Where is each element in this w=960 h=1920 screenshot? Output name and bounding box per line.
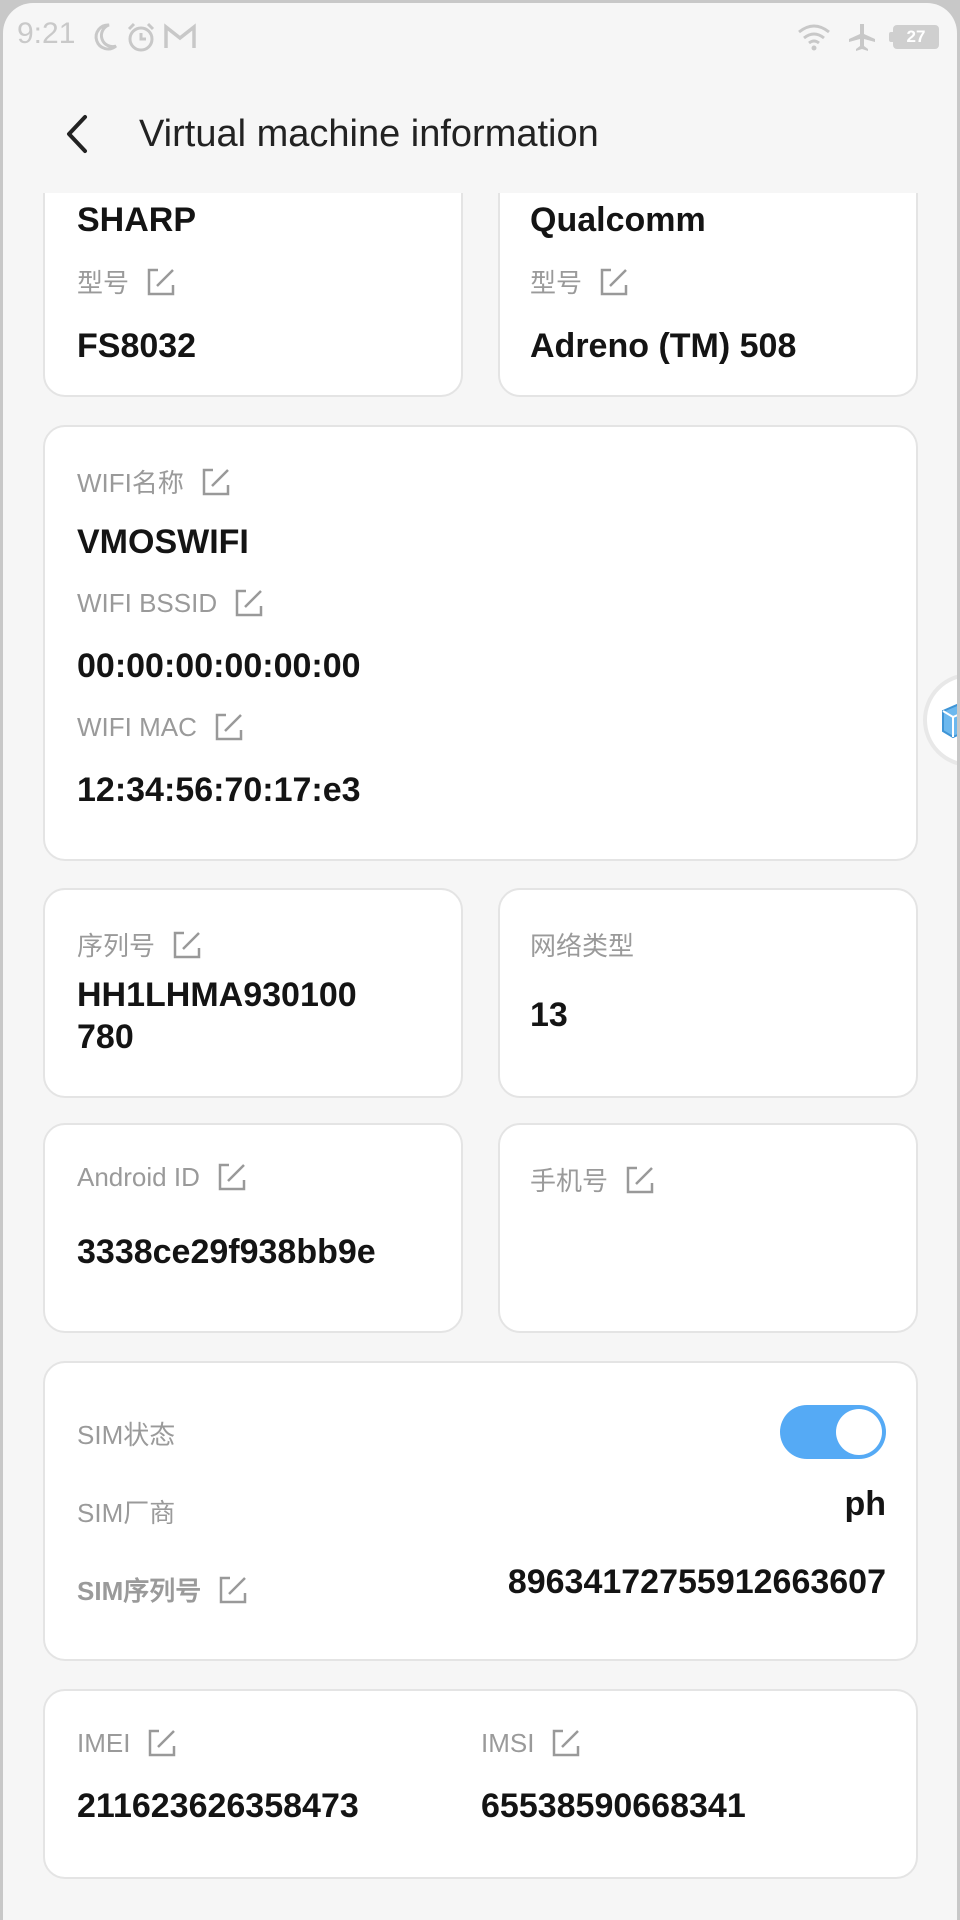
- edit-icon[interactable]: [171, 929, 203, 961]
- mail-icon: [164, 23, 196, 48]
- device-model-value: FS8032: [77, 327, 197, 365]
- sim-vendor-value: ph: [844, 1485, 886, 1523]
- android-id-label: Android ID: [77, 1161, 200, 1192]
- imei-label: IMEI: [77, 1727, 131, 1758]
- sim-serial-label: SIM序列号: [77, 1576, 202, 1606]
- edit-icon[interactable]: [146, 1727, 178, 1759]
- back-arrow-icon: [67, 115, 87, 153]
- wifi-name-label: WIFI名称: [77, 468, 184, 498]
- imsi-label-row: IMSI: [481, 1727, 582, 1759]
- info-scroll-area[interactable]: SHARP 型号 FS8032 Qualcomm 型号 Adreno (TM) …: [3, 193, 957, 1920]
- phone-screen: 9:21 27 Virtual machine information SHAR…: [3, 3, 957, 1920]
- sim-vendor-label: SIM厂商: [77, 1498, 176, 1528]
- wifi-name-label-row: WIFI名称: [77, 463, 232, 500]
- network-value: 13: [530, 996, 568, 1034]
- status-bar: 9:21 27: [3, 3, 957, 73]
- battery-level: 27: [906, 27, 926, 46]
- wifi-bssid-label: WIFI BSSID: [77, 587, 218, 618]
- phone-number-card: 手机号: [498, 1123, 918, 1333]
- sim-serial-label-row: SIM序列号: [77, 1571, 249, 1608]
- app-header: Virtual machine information: [3, 73, 957, 193]
- device-brand-value: SHARP: [77, 201, 197, 239]
- phone-number-label: 手机号: [530, 1166, 609, 1196]
- imei-value: 211623626358473: [77, 1787, 359, 1825]
- edit-icon[interactable]: [216, 1161, 248, 1193]
- edit-icon[interactable]: [145, 266, 177, 298]
- status-time: 9:21: [17, 17, 76, 50]
- wifi-card: WIFI名称 VMOSWIFI WIFI BSSID 00:00:00:00:0…: [43, 425, 918, 861]
- gpu-model-label: 型号: [530, 268, 583, 298]
- imsi-value: 65538590668341: [481, 1787, 746, 1825]
- wifi-mac-value: 12:34:56:70:17:e3: [77, 771, 361, 809]
- edit-icon[interactable]: [217, 1574, 249, 1606]
- edit-icon[interactable]: [200, 466, 232, 498]
- android-id-value: 3338ce29f938bb9e: [77, 1233, 376, 1271]
- edit-icon[interactable]: [624, 1164, 656, 1196]
- gpu-model-value: Adreno (TM) 508: [530, 327, 797, 365]
- device-model-label-row: 型号: [77, 263, 177, 300]
- android-id-card: Android ID 3338ce29f938bb9e: [43, 1123, 463, 1333]
- sim-status-toggle[interactable]: [780, 1405, 886, 1459]
- edit-icon[interactable]: [598, 266, 630, 298]
- sim-status-label: SIM状态: [77, 1420, 176, 1450]
- wifi-icon: [798, 24, 830, 51]
- gpu-model-label-row: 型号: [530, 263, 630, 300]
- wifi-bssid-label-row: WIFI BSSID: [77, 587, 265, 619]
- battery-indicator: 27: [889, 25, 939, 49]
- edit-icon[interactable]: [550, 1727, 582, 1759]
- android-id-label-row: Android ID: [77, 1161, 248, 1193]
- alarm-icon: [127, 22, 155, 52]
- device-model-label: 型号: [77, 268, 130, 298]
- serial-label: 序列号: [77, 931, 156, 961]
- wifi-mac-label: WIFI MAC: [77, 711, 197, 742]
- serial-value-line1: HH1LHMA930100: [77, 976, 357, 1014]
- imsi-label: IMSI: [481, 1727, 535, 1758]
- airplane-icon: [849, 24, 875, 51]
- page-title: Virtual machine information: [139, 113, 599, 155]
- moon-icon: [94, 23, 117, 51]
- serial-label-row: 序列号: [77, 926, 203, 963]
- wifi-name-value: VMOSWIFI: [77, 523, 249, 561]
- serial-value-line2: 780: [77, 1018, 134, 1056]
- phone-number-label-row: 手机号: [530, 1161, 656, 1198]
- sim-serial-value: 89634172755912663607: [507, 1563, 886, 1601]
- network-card: 网络类型 13: [498, 888, 918, 1098]
- edit-icon[interactable]: [233, 587, 265, 619]
- cube-icon: [942, 703, 957, 739]
- imei-imsi-card: IMEI 211623626358473 IMSI 65538590668341: [43, 1689, 918, 1879]
- device-card: SHARP 型号 FS8032: [43, 193, 463, 397]
- wifi-mac-label-row: WIFI MAC: [77, 711, 245, 743]
- gpu-vendor-value: Qualcomm: [530, 201, 706, 239]
- toggle-knob: [836, 1409, 882, 1455]
- network-label: 网络类型: [530, 931, 635, 961]
- back-button[interactable]: [55, 109, 105, 159]
- sim-card: SIM状态 SIM厂商 ph SIM序列号 896341727559126636…: [43, 1361, 918, 1661]
- wifi-bssid-value: 00:00:00:00:00:00: [77, 647, 361, 685]
- serial-card: 序列号 HH1LHMA930100 780: [43, 888, 463, 1098]
- gpu-card: Qualcomm 型号 Adreno (TM) 508: [498, 193, 918, 397]
- imei-label-row: IMEI: [77, 1727, 178, 1759]
- edit-icon[interactable]: [213, 711, 245, 743]
